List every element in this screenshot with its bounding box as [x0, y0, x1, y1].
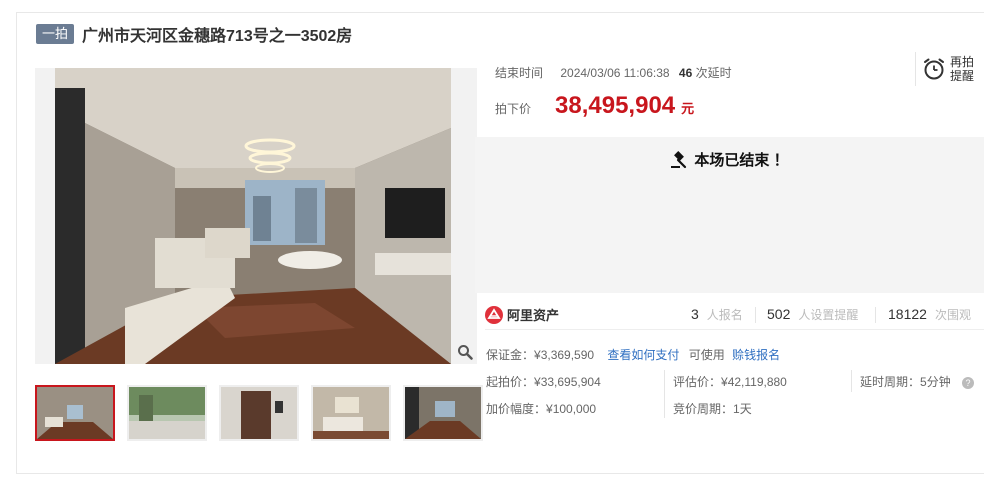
thumbnail-exterior-image [129, 387, 205, 439]
platform-logo: 阿里资产 [485, 305, 559, 324]
delay-count: 46 [678, 66, 693, 80]
deposit-label: 保证金： [486, 348, 535, 362]
thumbnail-hallway-image [405, 387, 481, 439]
final-price-value: 38,495,904 [555, 92, 676, 119]
magnifier-icon[interactable] [457, 344, 473, 360]
alarm-clock-icon [924, 58, 944, 80]
bid-period-label: 竞价周期： [673, 402, 734, 416]
living-room-photo [55, 68, 451, 364]
start-price-label: 起拍价： [486, 375, 535, 389]
thumbnail-2[interactable] [127, 385, 207, 441]
thumbnail-bedroom-image [313, 387, 389, 439]
terms-divider [664, 370, 665, 418]
listing-title: 广州市天河区金穗路713号之一3502房 [82, 28, 353, 45]
usable-label: 可使用 [688, 348, 725, 362]
start-price-row: 起拍价：¥33,695,904 [486, 373, 601, 390]
bid-period-value: 1天 [733, 402, 752, 416]
deposit-row: 保证金：¥3,369,590 查看如何支付 可使用 赊钱报名 [486, 346, 780, 363]
increment-value: ¥100,000 [546, 402, 597, 416]
thumbnail-5[interactable] [403, 385, 483, 441]
assess-price-row: 评估价：¥42,119,880 [673, 373, 787, 390]
start-price-value: ¥33,695,904 [534, 375, 601, 389]
delay-count-label: 次延时 [695, 66, 732, 80]
increment-label: 加价幅度： [486, 402, 547, 416]
bid-period-row: 竞价周期：1天 [673, 400, 752, 417]
stat-divider [755, 307, 756, 323]
thumbnail-4[interactable] [311, 385, 391, 441]
platform-name: 阿里资产 [507, 308, 560, 323]
signup-label: 人报名 [706, 308, 743, 322]
end-time-value: 2024/03/06 11:06:38 [560, 66, 670, 80]
terms-divider [851, 370, 852, 392]
how-to-pay-link[interactable]: 查看如何支付 [607, 348, 679, 362]
credit-signup-link[interactable]: 赊钱报名 [732, 348, 780, 362]
listing-title-row: 一拍 广州市天河区金穗路713号之一3502房 [36, 23, 352, 45]
stats-bar: 阿里资产 3 人报名 502 人设置提醒 18122 次围观 [485, 300, 984, 330]
end-time-label: 结束时间 [495, 66, 544, 80]
remind-label: 再拍提醒 [950, 55, 975, 83]
end-time-row: 结束时间 2024/03/06 11:06:38 46 次延时 [495, 64, 732, 81]
reminder-stat: 502 人设置提醒 [767, 306, 858, 323]
view-label: 次围观 [934, 308, 971, 322]
delay-period-label: 延时周期： [860, 375, 921, 389]
auction-round-badge: 一拍 [36, 24, 75, 44]
reminder-label: 人设置提醒 [798, 308, 859, 322]
thumbnail-1[interactable] [35, 385, 115, 441]
main-photo[interactable] [35, 68, 477, 364]
ali-asset-logo-icon [485, 305, 503, 324]
assess-price-label: 评估价： [673, 375, 722, 389]
gavel-icon [671, 150, 687, 168]
auction-ended-text: 本场已结束 ！ [694, 152, 789, 169]
deposit-value: ¥3,369,590 [534, 348, 595, 362]
final-price-unit: 元 [681, 101, 695, 116]
signup-count: 3 [691, 306, 699, 322]
question-icon[interactable]: ? [962, 376, 975, 389]
delay-period-value: 5分钟 [920, 375, 951, 389]
final-price-label: 拍下价 [495, 102, 532, 116]
thumbnail-living-room-image [37, 387, 113, 439]
delay-period-row: 延时周期：5分钟 ? [860, 373, 975, 390]
view-stat: 18122 次围观 [888, 306, 971, 323]
thumbnail-door-image [221, 387, 297, 439]
auction-ended-message: 本场已结束 ！ [475, 149, 984, 170]
assess-price-value: ¥42,119,880 [721, 375, 787, 389]
final-price-row: 拍下价 38,495,904 元 [495, 92, 694, 120]
view-count: 18122 [888, 306, 927, 322]
photo-thumbnails [35, 385, 495, 441]
stat-divider [875, 307, 876, 323]
increment-row: 加价幅度：¥100,000 [486, 400, 596, 417]
auction-ended-box: 本场已结束 ！ [475, 137, 984, 293]
remind-button[interactable]: 再拍提醒 [915, 52, 984, 86]
signup-stat: 3 人报名 [691, 306, 743, 323]
reminder-count: 502 [767, 306, 791, 322]
thumbnail-3[interactable] [219, 385, 299, 441]
